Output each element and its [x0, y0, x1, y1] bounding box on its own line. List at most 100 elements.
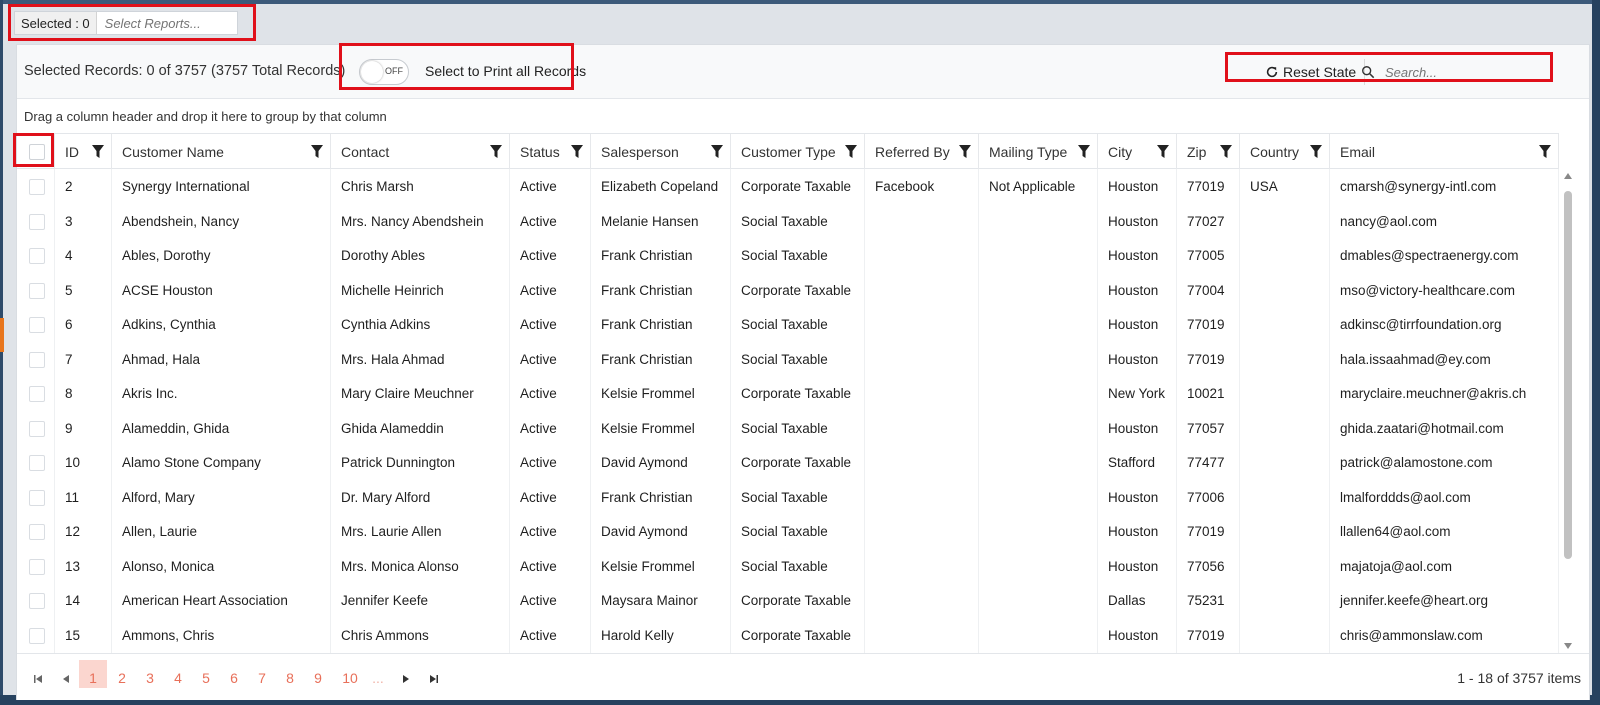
cell-city: New York	[1098, 376, 1177, 411]
table-row[interactable]: 13 Alonso, Monica Mrs. Monica Alonso Active…	[17, 548, 1559, 584]
filter-icon[interactable]	[1310, 145, 1322, 158]
scroll-thumb[interactable]	[1564, 191, 1572, 559]
page-link-6[interactable]: 6	[223, 670, 245, 686]
column-header-zip[interactable]: Zip	[1177, 134, 1240, 170]
vertical-scrollbar[interactable]	[1561, 169, 1575, 653]
filter-icon[interactable]	[490, 145, 502, 158]
cell-email: lmalforddds@aol.com	[1330, 479, 1559, 515]
filter-icon[interactable]	[92, 145, 104, 158]
filter-icon[interactable]	[845, 145, 857, 158]
filter-icon[interactable]	[1539, 145, 1551, 158]
filter-icon[interactable]	[571, 145, 583, 158]
page-link-8[interactable]: 8	[279, 670, 301, 686]
select-all-checkbox[interactable]	[29, 144, 45, 160]
row-checkbox[interactable]	[29, 627, 45, 644]
table-row[interactable]: 5 ACSE Houston Michelle Heinrich Active Fran…	[17, 272, 1559, 308]
report-selector[interactable]: Selected : 0	[14, 11, 238, 35]
cell-customer-type: Corporate Taxable	[731, 376, 865, 411]
filter-icon[interactable]	[711, 145, 723, 158]
filter-icon[interactable]	[311, 145, 323, 158]
column-header-customer-type[interactable]: Customer Type	[731, 134, 865, 170]
page-link-5[interactable]: 5	[195, 670, 217, 686]
column-header-country[interactable]: Country	[1240, 134, 1330, 170]
table-row[interactable]: 6 Adkins, Cynthia Cynthia Adkins Active Fran…	[17, 307, 1559, 342]
cell-text: Houston	[1108, 317, 1159, 332]
table-row[interactable]: 10 Alamo Stone Company Patrick Dunnington A…	[17, 445, 1559, 480]
filter-icon[interactable]	[959, 145, 971, 158]
filter-icon[interactable]	[1220, 145, 1232, 158]
row-checkbox[interactable]	[29, 455, 45, 471]
row-checkbox[interactable]	[29, 558, 45, 575]
page-ellipsis[interactable]: ...	[367, 670, 389, 686]
search-input[interactable]	[1385, 64, 1545, 80]
cell-text: 77019	[1187, 317, 1225, 332]
row-checkbox[interactable]	[29, 593, 45, 609]
last-page-icon[interactable]	[429, 674, 439, 684]
group-by-drop-area[interactable]: Drag a column header and drop it here to…	[24, 109, 387, 124]
table-row[interactable]: 8 Akris Inc. Mary Claire Meuchner Active Kel…	[17, 376, 1559, 411]
scroll-up-icon[interactable]	[1564, 173, 1572, 179]
column-header-salesperson[interactable]: Salesperson	[591, 134, 731, 170]
cell-contact: Ghida Alameddin	[331, 410, 510, 446]
cell-customer-type: Corporate Taxable	[731, 445, 865, 480]
page-link-3[interactable]: 3	[139, 670, 161, 686]
cell-mailing-type	[979, 307, 1098, 342]
cell-text: Synergy International	[122, 179, 250, 194]
row-checkbox[interactable]	[29, 351, 45, 368]
first-page-icon[interactable]	[33, 674, 43, 684]
page-link-2[interactable]: 2	[111, 670, 133, 686]
column-header-referred-by[interactable]: Referred By	[865, 134, 979, 170]
column-header-id[interactable]: ID	[55, 134, 112, 170]
row-checkbox[interactable]	[29, 213, 45, 230]
page-link-7[interactable]: 7	[251, 670, 273, 686]
column-header-contact[interactable]: Contact	[331, 134, 510, 170]
next-page-icon[interactable]	[401, 674, 411, 684]
page-link-1[interactable]: 1	[82, 670, 104, 686]
column-header-email[interactable]: Email	[1330, 134, 1559, 170]
table-row[interactable]: 15 Ammons, Chris Chris Ammons Active Harold …	[17, 617, 1559, 653]
page-link-10[interactable]: 10	[337, 670, 363, 686]
row-checkbox[interactable]	[29, 524, 45, 540]
row-checkbox[interactable]	[29, 489, 45, 506]
select-reports-input[interactable]	[96, 15, 237, 31]
row-checkbox[interactable]	[29, 386, 45, 402]
cell-id: 4	[55, 238, 112, 273]
filter-icon[interactable]	[1157, 145, 1169, 158]
table-row[interactable]: 9 Alameddin, Ghida Ghida Alameddin Active Ke…	[17, 410, 1559, 446]
print-all-toggle[interactable]: OFF	[359, 59, 409, 85]
page-link-9[interactable]: 9	[307, 670, 329, 686]
page-link-4[interactable]: 4	[167, 670, 189, 686]
row-checkbox[interactable]	[29, 248, 45, 264]
table-row[interactable]: 12 Allen, Laurie Mrs. Laurie Allen Active Da…	[17, 514, 1559, 549]
table-row[interactable]: 3 Abendshein, Nancy Mrs. Nancy Abendshein A…	[17, 203, 1559, 239]
cell-id: 6	[55, 307, 112, 342]
row-checkbox[interactable]	[29, 179, 45, 195]
cell-text: Social Taxable	[741, 558, 828, 574]
previous-page-icon[interactable]	[61, 674, 71, 684]
table-row[interactable]: 11 Alford, Mary Dr. Mary Alford Active Frank…	[17, 479, 1559, 515]
column-header-status[interactable]: Status	[510, 134, 591, 170]
column-header-mailing-type[interactable]: Mailing Type	[979, 134, 1098, 170]
cell-status: Active	[510, 169, 591, 204]
cell-referred-by	[865, 583, 979, 618]
filter-icon[interactable]	[1078, 145, 1090, 158]
cell-city: Houston	[1098, 238, 1177, 273]
cell-status: Active	[510, 514, 591, 549]
row-checkbox[interactable]	[29, 420, 45, 437]
table-row[interactable]: 7 Ahmad, Hala Mrs. Hala Ahmad Active Frank C…	[17, 341, 1559, 377]
column-header-customer-name[interactable]: Customer Name	[112, 134, 331, 170]
table-row[interactable]: 14 American Heart Association Jennifer Kee…	[17, 583, 1559, 618]
column-header-label: City	[1108, 144, 1133, 160]
cell-salesperson: Frank Christian	[591, 307, 731, 342]
scroll-down-icon[interactable]	[1564, 643, 1572, 649]
grid-search[interactable]	[1357, 59, 1557, 85]
column-header-city[interactable]: City	[1098, 134, 1177, 170]
reset-state-button[interactable]: Reset State	[1257, 59, 1366, 85]
row-checkbox[interactable]	[29, 317, 45, 333]
cell-status: Active	[510, 238, 591, 273]
cell-mailing-type	[979, 272, 1098, 308]
table-row[interactable]: 2 Synergy International Chris Marsh Active E…	[17, 169, 1559, 204]
table-row[interactable]: 4 Ables, Dorothy Dorothy Ables Active Frank …	[17, 238, 1559, 273]
row-checkbox[interactable]	[29, 282, 45, 299]
cell-country	[1240, 238, 1330, 273]
